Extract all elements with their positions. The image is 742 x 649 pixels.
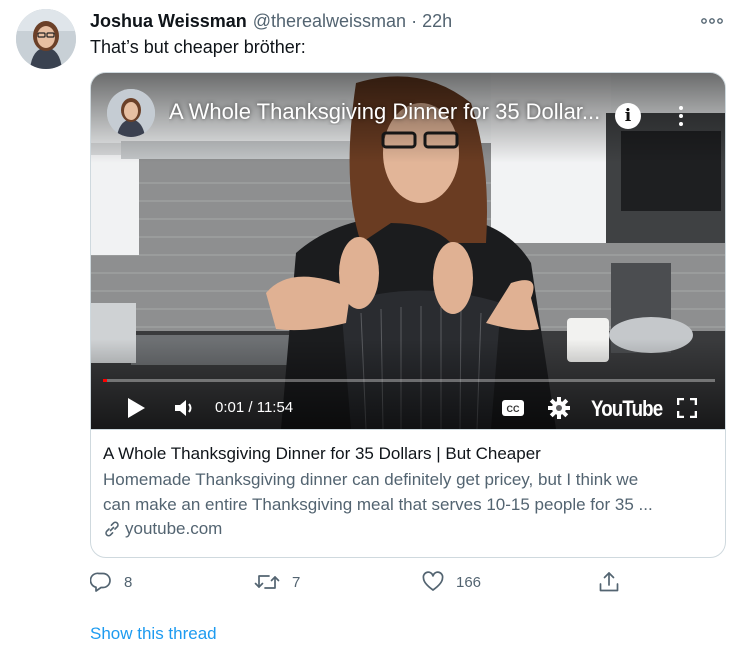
heart-icon [422, 571, 444, 591]
current-time: 0:01 [215, 399, 245, 416]
card-domain-text: youtube.com [125, 519, 223, 538]
volume-button[interactable] [171, 393, 197, 423]
retweet-count: 7 [292, 573, 301, 591]
kebab-menu-icon[interactable] [673, 103, 689, 129]
like-button[interactable]: 166 [422, 571, 481, 593]
reply-button[interactable]: 8 [90, 571, 132, 593]
video-progress-bar[interactable] [103, 379, 715, 382]
captions-icon: CC [502, 400, 524, 416]
share-button[interactable] [598, 571, 620, 593]
share-icon [599, 572, 619, 592]
info-icon[interactable]: i [615, 103, 641, 129]
card-description: Homemade Thanksgiving dinner can definit… [103, 467, 715, 517]
tweet-timestamp[interactable]: 22h [422, 11, 452, 32]
link-card[interactable]: A Whole Thanksgiving Dinner for 35 Dolla… [90, 72, 726, 558]
tweet-actions: 8 7 166 [90, 571, 626, 595]
reply-count: 8 [124, 573, 133, 591]
play-icon [128, 398, 145, 418]
retweet-button[interactable]: 7 [254, 571, 300, 593]
settings-button[interactable] [545, 393, 573, 423]
show-thread-link[interactable]: Show this thread [90, 624, 217, 644]
like-count: 166 [456, 573, 482, 591]
more-options-button[interactable] [698, 10, 726, 32]
card-description-line: can make an entire Thanksgiving meal tha… [103, 495, 653, 514]
more-horizontal-icon [701, 18, 723, 24]
card-details[interactable]: A Whole Thanksgiving Dinner for 35 Dolla… [91, 429, 725, 557]
tweet-text: That’s but cheaper bröther: [90, 37, 306, 57]
author-display-name[interactable]: Joshua Weissman [90, 11, 247, 32]
time-separator: / [244, 399, 257, 416]
card-title: A Whole Thanksgiving Dinner for 35 Dolla… [103, 444, 541, 463]
video-controls: 0:01 / 11:54 CC YouTube [91, 387, 725, 429]
card-domain: youtube.com [103, 519, 715, 539]
separator-dot: · [411, 10, 418, 31]
video-progress-fill [103, 379, 107, 382]
channel-avatar[interactable] [107, 89, 155, 137]
retweet-icon [254, 575, 280, 589]
play-button[interactable] [123, 393, 149, 423]
card-description-line: Homemade Thanksgiving dinner can definit… [103, 470, 639, 489]
svg-text:CC: CC [507, 404, 520, 414]
video-player[interactable]: A Whole Thanksgiving Dinner for 35 Dolla… [91, 73, 725, 429]
video-title[interactable]: A Whole Thanksgiving Dinner for 35 Dolla… [169, 99, 605, 125]
reply-icon [90, 572, 111, 592]
author-handle[interactable]: @therealweissman [253, 11, 406, 32]
author-avatar[interactable] [16, 9, 76, 69]
fullscreen-icon [677, 398, 697, 418]
youtube-logo[interactable]: YouTube [591, 396, 663, 422]
link-icon [105, 521, 119, 537]
captions-button[interactable]: CC [499, 393, 527, 423]
volume-icon [175, 400, 192, 416]
duration: 11:54 [256, 399, 294, 416]
tweet-header: Joshua Weissman @therealweissman · 22h [90, 10, 452, 32]
time-readout: 0:01 / 11:54 [215, 399, 293, 416]
fullscreen-button[interactable] [673, 393, 701, 423]
settings-icon [548, 397, 570, 419]
